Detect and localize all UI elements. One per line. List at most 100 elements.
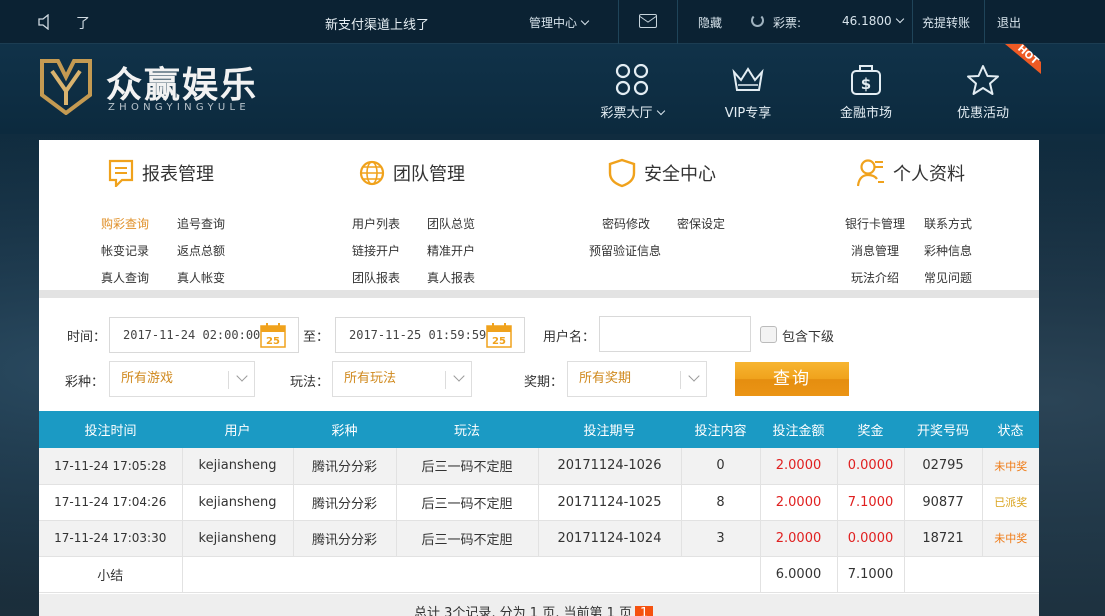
- mail-icon[interactable]: [639, 14, 657, 28]
- cell-content: 3: [681, 520, 761, 557]
- link-faq[interactable]: 常见问题: [924, 269, 972, 286]
- link-team-report[interactable]: 团队报表: [352, 269, 400, 286]
- menu-head-security[interactable]: 安全中心: [608, 158, 716, 190]
- refresh-icon[interactable]: [751, 14, 764, 27]
- account-menu: 报表管理 购彩查询 追号查询 帐变记录 返点总额 真人查询 真人帐变 团队管理 …: [39, 140, 1039, 290]
- link-user-list[interactable]: 用户列表: [352, 215, 400, 232]
- link-live-report[interactable]: 真人报表: [427, 269, 475, 286]
- start-time-input[interactable]: 2017-11-24 02:00:00 25: [109, 317, 299, 353]
- balance-value: 46.1800: [842, 14, 892, 28]
- menu-head-profile[interactable]: 个人资料: [857, 159, 965, 190]
- link-chase-query[interactable]: 追号查询: [177, 215, 225, 232]
- main-panel: 报表管理 购彩查询 追号查询 帐变记录 返点总额 真人查询 真人帐变 团队管理 …: [39, 140, 1039, 616]
- column-header[interactable]: 状态: [982, 411, 1039, 448]
- link-contact[interactable]: 联系方式: [924, 215, 972, 232]
- menu-head-team[interactable]: 团队管理: [359, 160, 465, 188]
- shield-icon: [608, 158, 636, 188]
- globe-icon: [359, 160, 385, 186]
- brand-logo-icon[interactable]: [40, 57, 92, 115]
- divider: [912, 0, 913, 44]
- balance-dropdown[interactable]: 46.1800: [842, 14, 904, 28]
- pager-summary: 总计 3个记录, 分为 1 页, 当前第 1 页: [414, 606, 633, 616]
- cell-draw: 90877: [904, 484, 983, 521]
- time-label: 时间：: [67, 330, 107, 345]
- nav-vip[interactable]: VIP专享: [703, 64, 793, 121]
- link-reserved-verification[interactable]: 预留验证信息: [589, 242, 661, 259]
- lottery-select[interactable]: 所有游戏: [109, 361, 255, 397]
- money-bag-icon: $: [851, 65, 881, 95]
- start-time-value: 2017-11-24 02:00:00: [123, 328, 261, 342]
- cell-issue: 20171124-1026: [538, 448, 682, 485]
- current-page-button[interactable]: 1: [635, 606, 654, 616]
- subtotal-spacer: [182, 556, 761, 593]
- link-rebate-total[interactable]: 返点总额: [177, 242, 225, 259]
- table-row[interactable]: 17-11-24 17:03:30 kejiansheng 腾讯分分彩 后三一码…: [39, 520, 1039, 557]
- link-play-intro[interactable]: 玩法介绍: [851, 269, 899, 286]
- link-live-account-changes[interactable]: 真人帐变: [177, 269, 225, 286]
- link-security-question[interactable]: 密保设定: [677, 215, 725, 232]
- cell-play: 后三一码不定胆: [396, 520, 539, 557]
- table-row[interactable]: 17-11-24 17:04:26 kejiansheng 腾讯分分彩 后三一码…: [39, 484, 1039, 521]
- column-header[interactable]: 玩法: [396, 411, 538, 448]
- link-messages[interactable]: 消息管理: [851, 242, 899, 259]
- cell-time: 17-11-24 17:05:28: [39, 448, 183, 485]
- cell-content: 8: [681, 484, 761, 521]
- hot-badge: HOT: [1005, 44, 1041, 74]
- manage-center-label: 管理中心: [529, 16, 578, 30]
- username-input[interactable]: [599, 316, 751, 352]
- end-time-input[interactable]: 2017-11-25 01:59:59 25: [335, 317, 525, 353]
- menu-head-label: 个人资料: [893, 164, 965, 185]
- play-select[interactable]: 所有玩法: [332, 361, 472, 397]
- column-header[interactable]: 奖金: [837, 411, 904, 448]
- nav-finance[interactable]: $ 金融市场: [821, 64, 911, 121]
- column-header[interactable]: 投注期号: [538, 411, 681, 448]
- query-button[interactable]: 查询: [735, 362, 849, 396]
- speaker-icon[interactable]: [38, 14, 52, 30]
- calendar-icon[interactable]: 25: [486, 322, 512, 348]
- brand-name: 众赢娱乐: [106, 64, 259, 106]
- status-badge: 未中奖: [982, 448, 1039, 485]
- cell-lottery: 腾讯分分彩: [293, 520, 397, 557]
- cell-draw: 18721: [904, 520, 983, 557]
- logout-link[interactable]: 退出: [997, 14, 1021, 31]
- chevron-down-icon: [228, 371, 254, 389]
- column-header[interactable]: 用户: [182, 411, 293, 448]
- nav-label: 彩票大厅: [600, 106, 653, 121]
- link-team-overview[interactable]: 团队总览: [427, 215, 475, 232]
- link-link-signup[interactable]: 链接开户: [352, 242, 400, 259]
- balance-label: 彩票:: [773, 16, 802, 30]
- marquee-fragment: 了: [76, 16, 90, 32]
- link-account-changes[interactable]: 帐变记录: [101, 242, 149, 259]
- menu-head-label: 安全中心: [644, 164, 716, 185]
- chevron-down-icon: [895, 14, 904, 24]
- divider: [677, 0, 678, 44]
- column-header[interactable]: 投注金额: [760, 411, 837, 448]
- lottery-label: 彩种：: [65, 375, 105, 390]
- cell-amount: 2.0000: [760, 484, 838, 521]
- include-sub-checkbox[interactable]: [760, 326, 777, 343]
- subtotal-prize: 7.1000: [837, 556, 905, 593]
- manage-center-menu[interactable]: 管理中心: [529, 14, 590, 31]
- link-direct-signup[interactable]: 精准开户: [427, 242, 475, 259]
- column-header[interactable]: 开奖号码: [904, 411, 982, 448]
- calendar-icon[interactable]: 25: [260, 322, 286, 348]
- link-bank-card[interactable]: 银行卡管理: [845, 215, 905, 232]
- column-header[interactable]: 投注时间: [39, 411, 182, 448]
- link-bet-query[interactable]: 购彩查询: [101, 215, 149, 232]
- cell-user: kejiansheng: [182, 448, 294, 485]
- divider: [618, 0, 619, 44]
- menu-head-report[interactable]: 报表管理: [108, 159, 214, 189]
- deposit-withdraw-link[interactable]: 充提转账: [922, 14, 970, 31]
- grid-icon: [615, 64, 649, 96]
- column-header[interactable]: 投注内容: [681, 411, 760, 448]
- column-header[interactable]: 彩种: [293, 411, 396, 448]
- nav-lottery-hall[interactable]: 彩票大厅: [587, 64, 677, 121]
- issue-select[interactable]: 所有奖期: [567, 361, 707, 397]
- link-change-password[interactable]: 密码修改: [602, 215, 650, 232]
- hide-balance-button[interactable]: 隐藏: [698, 14, 722, 31]
- table-row[interactable]: 17-11-24 17:05:28 kejiansheng 腾讯分分彩 后三一码…: [39, 448, 1039, 485]
- subtotal-label: 小结: [39, 556, 183, 593]
- cell-time: 17-11-24 17:03:30: [39, 520, 183, 557]
- link-lottery-info[interactable]: 彩种信息: [924, 242, 972, 259]
- link-live-query[interactable]: 真人查询: [101, 269, 149, 286]
